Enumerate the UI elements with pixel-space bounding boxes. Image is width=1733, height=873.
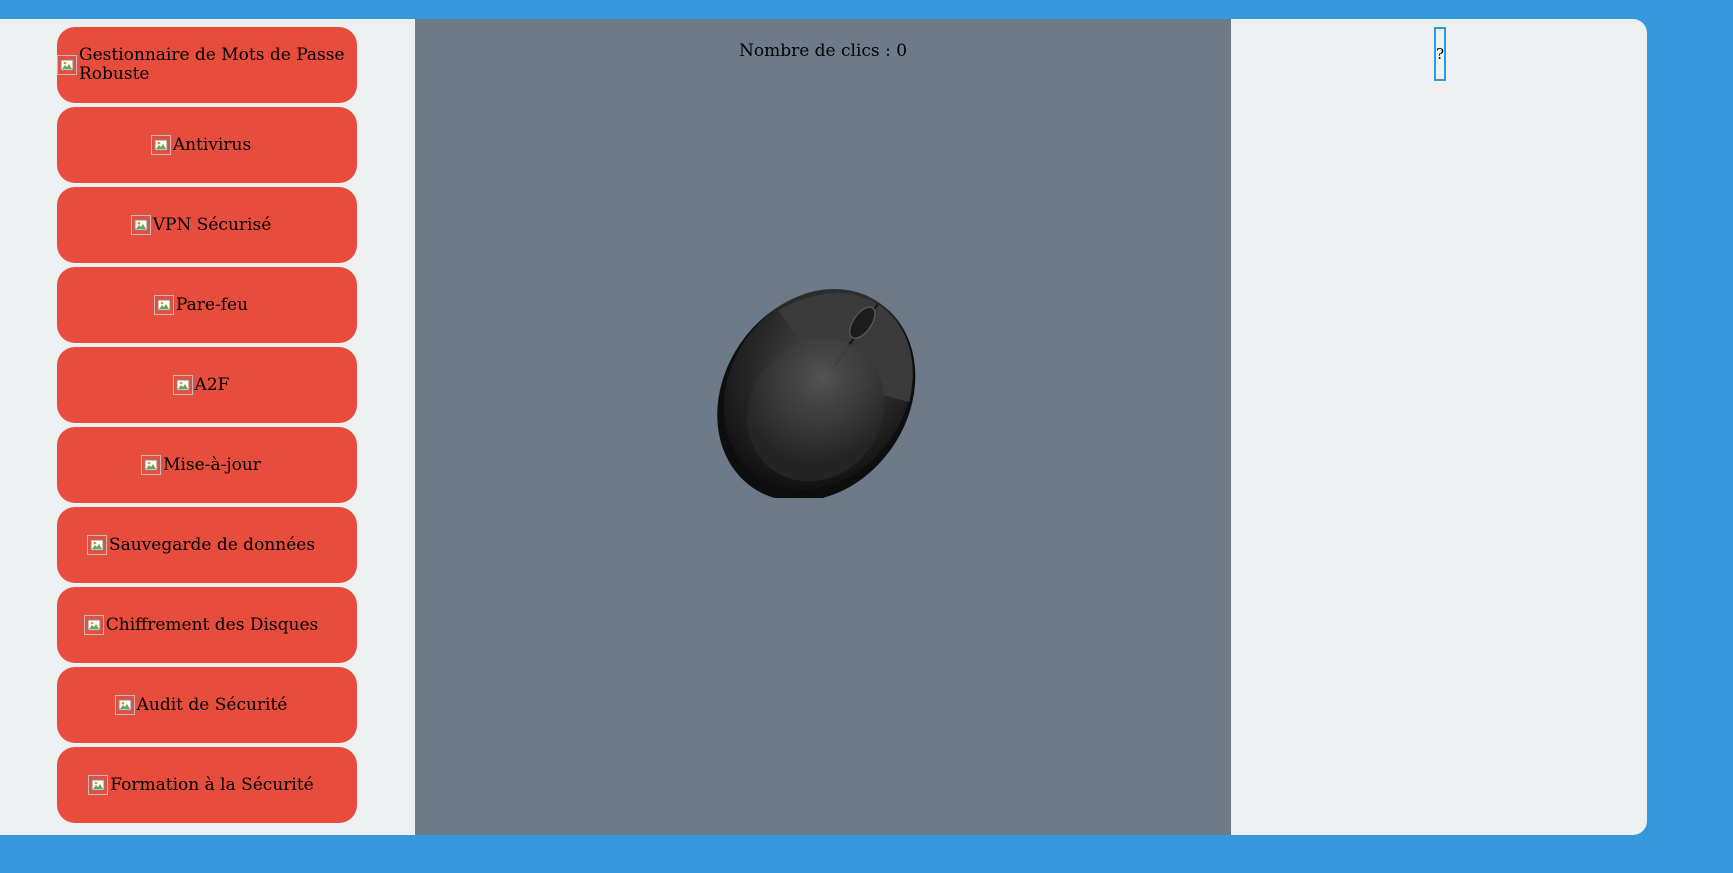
computer-mouse-clicker[interactable]	[698, 288, 938, 502]
app-container: Gestionnaire de Mots de Passe Robuste An…	[0, 19, 1647, 835]
broken-image-icon	[172, 375, 193, 395]
upgrade-label: Formation à la Sécurité	[110, 774, 314, 795]
broken-image-icon	[83, 615, 104, 635]
upgrade-label: Audit de Sécurité	[136, 694, 288, 715]
upgrade-label: Mise-à-jour	[163, 454, 261, 475]
upgrade-button-disk-encryption[interactable]: Chiffrement des Disques	[57, 587, 357, 663]
broken-image-icon	[130, 215, 151, 235]
info-panel: ?	[1231, 19, 1647, 835]
upgrade-button-2fa[interactable]: A2F	[57, 347, 357, 423]
upgrade-label: Chiffrement des Disques	[105, 614, 319, 635]
broken-image-icon	[150, 135, 171, 155]
upgrade-button-backup[interactable]: Sauvegarde de données	[57, 507, 357, 583]
broken-image-icon	[153, 295, 174, 315]
upgrade-label: Gestionnaire de Mots de Passe Robuste	[79, 45, 345, 84]
upgrade-label: Pare-feu	[175, 294, 249, 315]
upgrade-label: Sauvegarde de données	[108, 534, 316, 555]
upgrades-sidebar: Gestionnaire de Mots de Passe Robuste An…	[0, 19, 415, 835]
upgrade-label: VPN Sécurisé	[152, 214, 272, 235]
help-button[interactable]: ?	[1434, 27, 1446, 81]
broken-image-icon	[88, 775, 109, 795]
upgrade-button-security-audit[interactable]: Audit de Sécurité	[57, 667, 357, 743]
broken-image-icon	[86, 535, 107, 555]
broken-image-icon	[141, 455, 162, 475]
upgrade-button-updates[interactable]: Mise-à-jour	[57, 427, 357, 503]
click-area: Nombre de clics : 0	[415, 19, 1231, 835]
broken-image-icon	[57, 55, 77, 75]
upgrade-label: A2F	[194, 374, 230, 395]
upgrade-button-firewall[interactable]: Pare-feu	[57, 267, 357, 343]
upgrade-button-antivirus[interactable]: Antivirus	[57, 107, 357, 183]
click-counter: Nombre de clics : 0	[738, 41, 908, 61]
upgrade-button-security-training[interactable]: Formation à la Sécurité	[57, 747, 357, 823]
broken-image-icon	[114, 695, 135, 715]
upgrade-button-vpn[interactable]: VPN Sécurisé	[57, 187, 357, 263]
upgrade-button-password-manager[interactable]: Gestionnaire de Mots de Passe Robuste	[57, 27, 357, 103]
computer-mouse-icon	[717, 288, 916, 502]
upgrade-label: Antivirus	[172, 134, 252, 155]
